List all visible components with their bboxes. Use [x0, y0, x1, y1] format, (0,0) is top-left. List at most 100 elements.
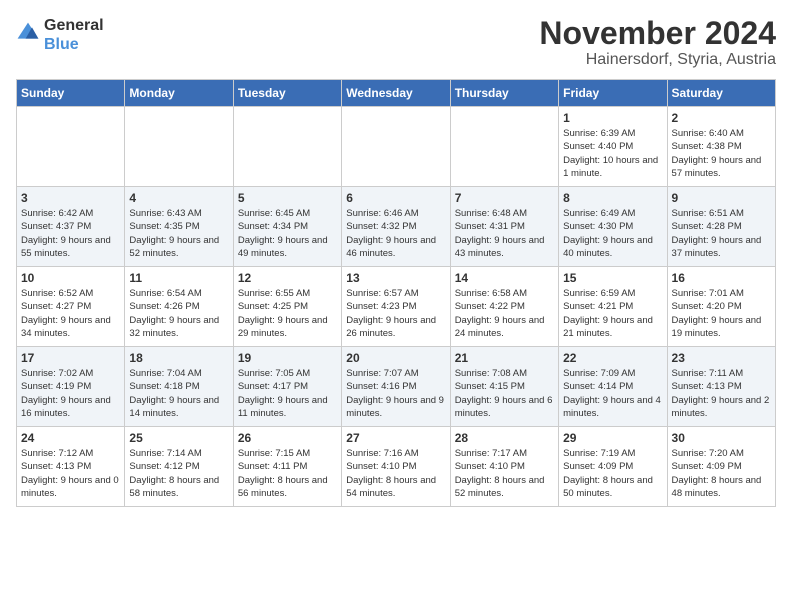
day-number: 25	[129, 431, 228, 445]
calendar-day-cell: 10 Sunrise: 6:52 AM Sunset: 4:27 PM Dayli…	[17, 267, 125, 347]
header-cell-sunday: Sunday	[17, 80, 125, 107]
day-number: 27	[346, 431, 445, 445]
day-number: 11	[129, 271, 228, 285]
header-cell-tuesday: Tuesday	[233, 80, 341, 107]
day-number: 12	[238, 271, 337, 285]
header-cell-monday: Monday	[125, 80, 233, 107]
day-number: 5	[238, 191, 337, 205]
day-number: 22	[563, 351, 662, 365]
day-info: Sunrise: 6:55 AM Sunset: 4:25 PM Dayligh…	[238, 287, 337, 340]
calendar-day-cell	[342, 107, 450, 187]
calendar-day-cell: 28 Sunrise: 7:17 AM Sunset: 4:10 PM Dayli…	[450, 427, 558, 507]
calendar-day-cell: 25 Sunrise: 7:14 AM Sunset: 4:12 PM Dayli…	[125, 427, 233, 507]
subtitle: Hainersdorf, Styria, Austria	[539, 51, 776, 69]
calendar-day-cell: 9 Sunrise: 6:51 AM Sunset: 4:28 PM Daylig…	[667, 187, 775, 267]
day-info: Sunrise: 7:14 AM Sunset: 4:12 PM Dayligh…	[129, 447, 228, 500]
calendar-week-row: 1 Sunrise: 6:39 AM Sunset: 4:40 PM Daylig…	[17, 107, 776, 187]
calendar-body: 1 Sunrise: 6:39 AM Sunset: 4:40 PM Daylig…	[17, 107, 776, 507]
day-number: 6	[346, 191, 445, 205]
header-cell-wednesday: Wednesday	[342, 80, 450, 107]
logo: General Blue	[16, 16, 104, 54]
day-info: Sunrise: 7:07 AM Sunset: 4:16 PM Dayligh…	[346, 367, 445, 420]
day-number: 23	[672, 351, 771, 365]
day-info: Sunrise: 6:59 AM Sunset: 4:21 PM Dayligh…	[563, 287, 662, 340]
calendar-day-cell: 15Sunrise: 6:59 AM Sunset: 4:21 PM Dayli…	[559, 267, 667, 347]
day-info: Sunrise: 7:02 AM Sunset: 4:19 PM Dayligh…	[21, 367, 120, 420]
day-info: Sunrise: 6:58 AM Sunset: 4:22 PM Dayligh…	[455, 287, 554, 340]
calendar-day-cell: 26 Sunrise: 7:15 AM Sunset: 4:11 PM Dayli…	[233, 427, 341, 507]
day-info: Sunrise: 7:04 AM Sunset: 4:18 PM Dayligh…	[129, 367, 228, 420]
calendar-week-row: 24 Sunrise: 7:12 AM Sunset: 4:13 PM Dayli…	[17, 427, 776, 507]
calendar-day-cell	[233, 107, 341, 187]
header: General Blue November 2024 Hainersdorf, …	[16, 16, 776, 69]
day-info: Sunrise: 7:12 AM Sunset: 4:13 PM Dayligh…	[21, 447, 120, 500]
calendar-day-cell: 18 Sunrise: 7:04 AM Sunset: 4:18 PM Dayli…	[125, 347, 233, 427]
title-area: November 2024 Hainersdorf, Styria, Austr…	[539, 16, 776, 69]
day-number: 21	[455, 351, 554, 365]
calendar-day-cell: 14 Sunrise: 6:58 AM Sunset: 4:22 PM Dayli…	[450, 267, 558, 347]
calendar-day-cell: 20 Sunrise: 7:07 AM Sunset: 4:16 PM Dayli…	[342, 347, 450, 427]
day-number: 28	[455, 431, 554, 445]
day-info: Sunrise: 7:19 AM Sunset: 4:09 PM Dayligh…	[563, 447, 662, 500]
day-number: 7	[455, 191, 554, 205]
calendar-day-cell	[17, 107, 125, 187]
calendar-day-cell: 22Sunrise: 7:09 AM Sunset: 4:14 PM Dayli…	[559, 347, 667, 427]
calendar-day-cell: 12 Sunrise: 6:55 AM Sunset: 4:25 PM Dayli…	[233, 267, 341, 347]
day-number: 1	[563, 111, 662, 125]
day-number: 3	[21, 191, 120, 205]
logo-icon	[16, 21, 40, 45]
calendar-day-cell: 11 Sunrise: 6:54 AM Sunset: 4:26 PM Dayli…	[125, 267, 233, 347]
day-number: 24	[21, 431, 120, 445]
header-cell-thursday: Thursday	[450, 80, 558, 107]
calendar-day-cell	[450, 107, 558, 187]
calendar-day-cell: 5Sunrise: 6:45 AM Sunset: 4:34 PM Daylig…	[233, 187, 341, 267]
calendar-day-cell: 7 Sunrise: 6:48 AM Sunset: 4:31 PM Daylig…	[450, 187, 558, 267]
day-info: Sunrise: 6:40 AM Sunset: 4:38 PM Dayligh…	[672, 127, 771, 180]
day-info: Sunrise: 6:46 AM Sunset: 4:32 PM Dayligh…	[346, 207, 445, 260]
day-info: Sunrise: 6:48 AM Sunset: 4:31 PM Dayligh…	[455, 207, 554, 260]
calendar-day-cell: 29 Sunrise: 7:19 AM Sunset: 4:09 PM Dayli…	[559, 427, 667, 507]
calendar-week-row: 3 Sunrise: 6:42 AM Sunset: 4:37 PM Daylig…	[17, 187, 776, 267]
calendar-day-cell: 1 Sunrise: 6:39 AM Sunset: 4:40 PM Daylig…	[559, 107, 667, 187]
day-info: Sunrise: 7:20 AM Sunset: 4:09 PM Dayligh…	[672, 447, 771, 500]
calendar-day-cell: 30 Sunrise: 7:20 AM Sunset: 4:09 PM Dayli…	[667, 427, 775, 507]
calendar-day-cell	[125, 107, 233, 187]
calendar-day-cell: 4Sunrise: 6:43 AM Sunset: 4:35 PM Daylig…	[125, 187, 233, 267]
day-info: Sunrise: 6:43 AM Sunset: 4:35 PM Dayligh…	[129, 207, 228, 260]
day-info: Sunrise: 6:52 AM Sunset: 4:27 PM Dayligh…	[21, 287, 120, 340]
main-title: November 2024	[539, 16, 776, 51]
day-number: 13	[346, 271, 445, 285]
calendar-week-row: 10 Sunrise: 6:52 AM Sunset: 4:27 PM Dayli…	[17, 267, 776, 347]
day-number: 30	[672, 431, 771, 445]
day-number: 14	[455, 271, 554, 285]
calendar-day-cell: 8Sunrise: 6:49 AM Sunset: 4:30 PM Daylig…	[559, 187, 667, 267]
calendar-day-cell: 13 Sunrise: 6:57 AM Sunset: 4:23 PM Dayli…	[342, 267, 450, 347]
day-info: Sunrise: 7:01 AM Sunset: 4:20 PM Dayligh…	[672, 287, 771, 340]
calendar-day-cell: 6 Sunrise: 6:46 AM Sunset: 4:32 PM Daylig…	[342, 187, 450, 267]
day-number: 20	[346, 351, 445, 365]
logo-text-blue: Blue	[44, 35, 104, 54]
calendar-day-cell: 24 Sunrise: 7:12 AM Sunset: 4:13 PM Dayli…	[17, 427, 125, 507]
day-info: Sunrise: 6:51 AM Sunset: 4:28 PM Dayligh…	[672, 207, 771, 260]
day-info: Sunrise: 6:57 AM Sunset: 4:23 PM Dayligh…	[346, 287, 445, 340]
day-number: 10	[21, 271, 120, 285]
day-number: 16	[672, 271, 771, 285]
day-info: Sunrise: 6:54 AM Sunset: 4:26 PM Dayligh…	[129, 287, 228, 340]
day-number: 18	[129, 351, 228, 365]
day-number: 9	[672, 191, 771, 205]
day-number: 26	[238, 431, 337, 445]
day-number: 29	[563, 431, 662, 445]
day-number: 19	[238, 351, 337, 365]
logo-text-general: General	[44, 16, 104, 35]
calendar-day-cell: 3 Sunrise: 6:42 AM Sunset: 4:37 PM Daylig…	[17, 187, 125, 267]
calendar-day-cell: 17Sunrise: 7:02 AM Sunset: 4:19 PM Dayli…	[17, 347, 125, 427]
day-info: Sunrise: 6:39 AM Sunset: 4:40 PM Dayligh…	[563, 127, 662, 180]
day-info: Sunrise: 7:15 AM Sunset: 4:11 PM Dayligh…	[238, 447, 337, 500]
day-info: Sunrise: 7:05 AM Sunset: 4:17 PM Dayligh…	[238, 367, 337, 420]
calendar-day-cell: 27Sunrise: 7:16 AM Sunset: 4:10 PM Dayli…	[342, 427, 450, 507]
day-info: Sunrise: 7:08 AM Sunset: 4:15 PM Dayligh…	[455, 367, 554, 420]
calendar-day-cell: 19 Sunrise: 7:05 AM Sunset: 4:17 PM Dayli…	[233, 347, 341, 427]
header-cell-saturday: Saturday	[667, 80, 775, 107]
day-info: Sunrise: 7:17 AM Sunset: 4:10 PM Dayligh…	[455, 447, 554, 500]
day-info: Sunrise: 6:42 AM Sunset: 4:37 PM Dayligh…	[21, 207, 120, 260]
